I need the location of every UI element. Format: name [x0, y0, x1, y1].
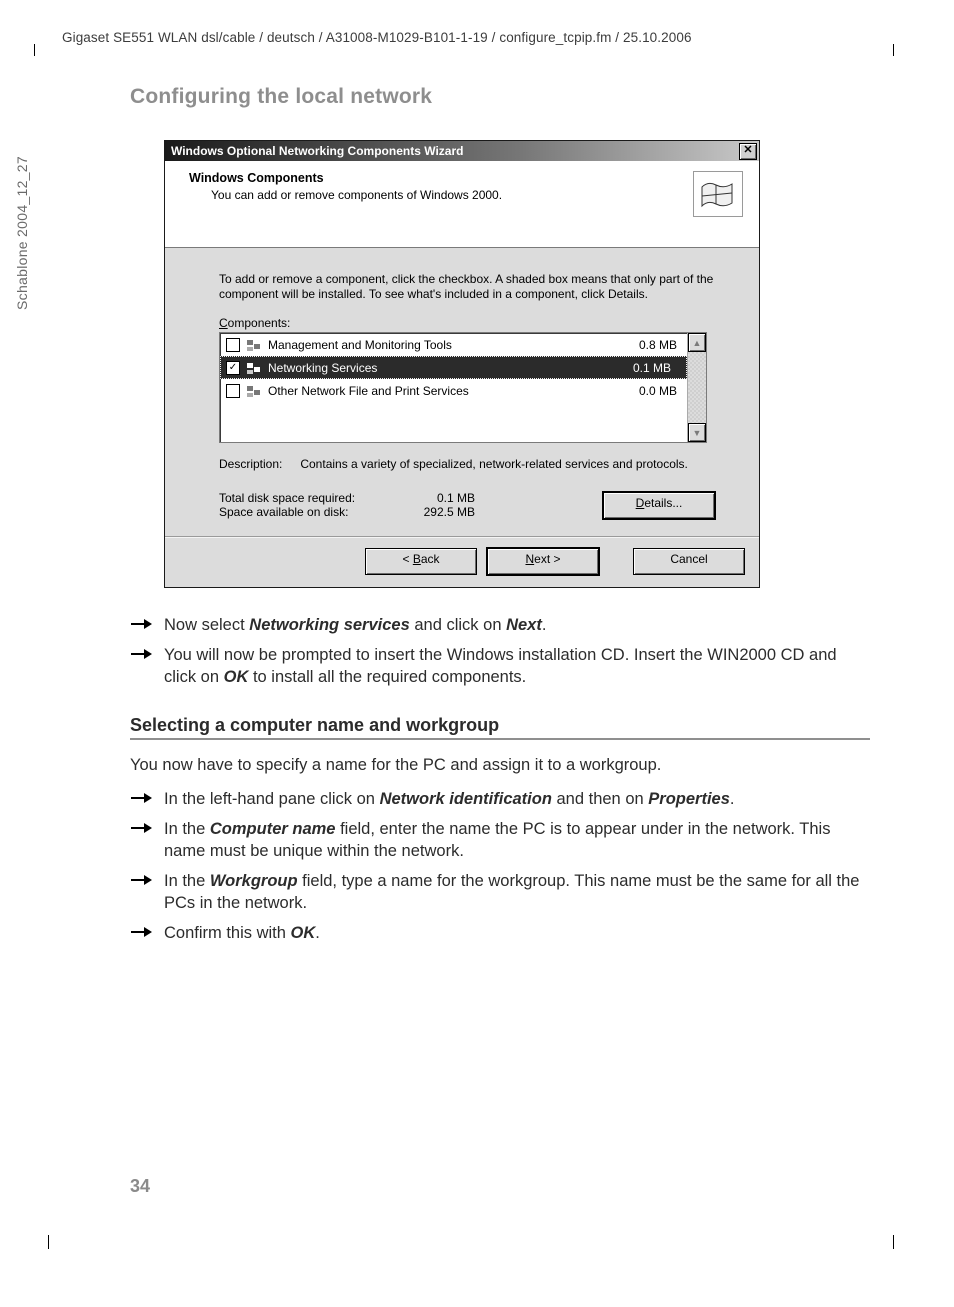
dialog-subheading: You can add or remove components of Wind…	[211, 188, 502, 202]
component-icon	[246, 361, 262, 375]
dialog-header: Windows Components You can add or remove…	[165, 161, 759, 248]
titlebar-text: Windows Optional Networking Components W…	[171, 144, 463, 158]
component-icon	[246, 338, 262, 352]
close-button[interactable]: ✕	[739, 143, 757, 160]
checkbox[interactable]	[226, 384, 240, 398]
arrow-icon	[130, 922, 154, 944]
crop-mark	[48, 1235, 49, 1249]
paragraph: You now have to specify a name for the P…	[130, 754, 870, 776]
crop-mark	[893, 44, 894, 56]
checkbox[interactable]	[226, 338, 240, 352]
list-item-size: 0.8 MB	[639, 338, 681, 352]
next-button[interactable]: Next >	[487, 548, 599, 575]
page: Gigaset SE551 WLAN dsl/cable / deutsch /…	[0, 0, 954, 1307]
component-icon	[246, 384, 262, 398]
section-heading: Selecting a computer name and workgroup	[130, 714, 870, 736]
instruction-step: In the Computer name field, enter the na…	[130, 818, 870, 862]
arrow-icon	[130, 644, 154, 688]
windows-logo-icon	[693, 171, 743, 217]
disk-space: Total disk space required:0.1 MB Space a…	[219, 491, 475, 519]
checkbox-checked[interactable]: ✓	[226, 361, 240, 375]
document-body: Now select Networking services and click…	[130, 614, 870, 952]
wizard-buttons: < Back Next > Cancel	[365, 548, 745, 575]
list-item-label: Networking Services	[268, 361, 627, 375]
arrow-icon	[130, 870, 154, 914]
description: Description: Contains a variety of speci…	[219, 457, 715, 471]
cancel-button[interactable]: Cancel	[633, 548, 745, 575]
list-item-label: Management and Monitoring Tools	[268, 338, 633, 352]
arrow-icon	[130, 818, 154, 862]
arrow-icon	[130, 788, 154, 810]
list-item[interactable]: Other Network File and Print Services 0.…	[220, 379, 687, 402]
list-item-selected[interactable]: ✓ Networking Services 0.1 MB	[220, 356, 687, 379]
details-button[interactable]: Details...	[603, 492, 715, 519]
crop-mark	[34, 44, 35, 56]
running-header: Gigaset SE551 WLAN dsl/cable / deutsch /…	[62, 30, 894, 45]
list-item-size: 0.0 MB	[639, 384, 681, 398]
list-item[interactable]: Management and Monitoring Tools 0.8 MB	[220, 333, 687, 356]
template-label: Schablone 2004_12_27	[14, 156, 30, 310]
instruction-step: Now select Networking services and click…	[130, 614, 870, 636]
components-listbox[interactable]: Management and Monitoring Tools 0.8 MB ✓…	[219, 332, 707, 443]
components-label: Components:	[219, 316, 715, 330]
arrow-icon	[130, 614, 154, 636]
list-item-size: 0.1 MB	[633, 361, 675, 375]
instruction-step: In the Workgroup field, type a name for …	[130, 870, 870, 914]
back-button[interactable]: < Back	[365, 548, 477, 575]
scroll-down-button[interactable]: ▼	[688, 423, 706, 442]
dialog-body: To add or remove a component, click the …	[165, 248, 759, 529]
dialog-heading: Windows Components	[189, 171, 502, 185]
scrollbar[interactable]: ▲ ▼	[687, 333, 706, 442]
titlebar: Windows Optional Networking Components W…	[165, 141, 759, 161]
instruction-step: In the left-hand pane click on Network i…	[130, 788, 870, 810]
crop-mark	[893, 1235, 894, 1249]
instruction-step: Confirm this with OK.	[130, 922, 870, 944]
page-title: Configuring the local network	[130, 85, 432, 109]
page-number: 34	[130, 1176, 150, 1197]
wizard-dialog: Windows Optional Networking Components W…	[164, 140, 760, 588]
section-rule	[130, 738, 870, 740]
instruction-step: You will now be prompted to insert the W…	[130, 644, 870, 688]
dialog-help-text: To add or remove a component, click the …	[219, 272, 715, 302]
scroll-up-button[interactable]: ▲	[688, 333, 706, 352]
scroll-track[interactable]	[688, 352, 706, 423]
list-item-label: Other Network File and Print Services	[268, 384, 633, 398]
